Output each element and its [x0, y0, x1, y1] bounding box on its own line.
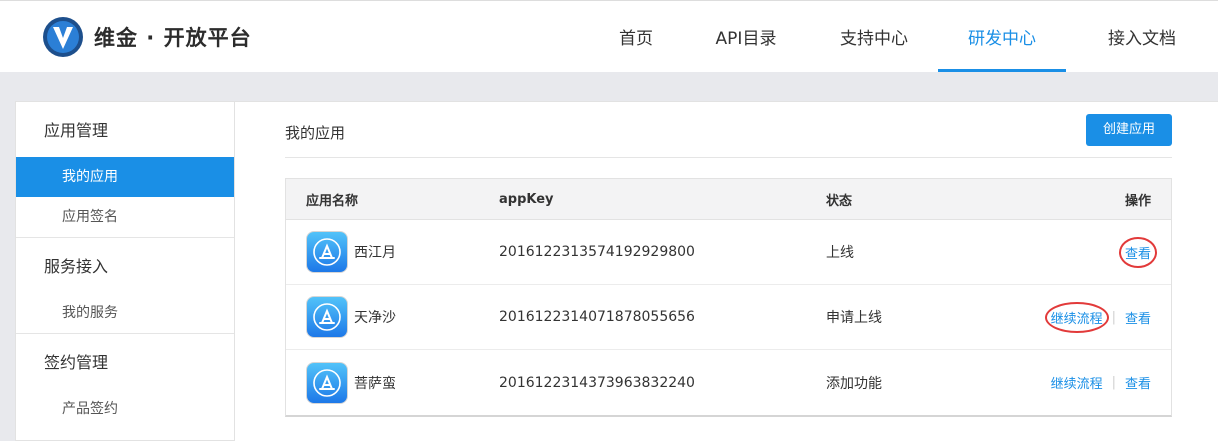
app-actions: 继续流程 | 查看 — [1044, 285, 1151, 349]
brand-logo[interactable]: 维金 · 开放平台 — [42, 16, 252, 58]
table-row: 西江月 2016122313574192929800 上线 查看 — [286, 220, 1171, 285]
apps-table: 应用名称 appKey 状态 操作 西江月 201612231357419292… — [285, 178, 1172, 417]
nav-rd-center[interactable]: 研发中心 — [938, 1, 1066, 72]
app-name-cell: 天净沙 — [306, 285, 396, 349]
table-header: 应用名称 appKey 状态 操作 — [286, 179, 1171, 220]
app-status: 上线 — [826, 245, 854, 261]
nav-docs[interactable]: 接入文档 — [1066, 1, 1218, 72]
main-header: 我的应用 创建应用 — [285, 102, 1172, 158]
sidebar-item-my-services[interactable]: 我的服务 — [16, 293, 234, 333]
brand-name: 维金 · 开放平台 — [94, 26, 252, 50]
view-link[interactable]: 查看 — [1118, 236, 1158, 268]
nav-home[interactable]: 首页 — [590, 1, 682, 72]
top-nav: 首页 API目录 支持中心 研发中心 接入文档 — [590, 1, 1218, 72]
app-name[interactable]: 菩萨蛮 — [354, 373, 396, 393]
header-actions: 操作 — [1124, 193, 1151, 209]
sidebar-item-app-signature[interactable]: 应用签名 — [16, 197, 234, 237]
app-key: 2016122313574192929800 — [499, 244, 695, 260]
continue-process-link[interactable]: 继续流程 — [1044, 301, 1109, 333]
actions-divider: | — [1111, 375, 1116, 390]
view-link[interactable]: 查看 — [1125, 308, 1151, 327]
app-store-icon — [306, 296, 348, 338]
header-app-key: appKey — [499, 191, 554, 207]
sidebar-group-contract-management: 签约管理 — [44, 353, 109, 372]
sidebar-group-service-access: 服务接入 — [44, 257, 109, 276]
actions-divider: | — [1111, 309, 1116, 325]
app-store-icon — [306, 361, 348, 404]
app-name[interactable]: 天净沙 — [354, 307, 396, 327]
nav-api-catalog[interactable]: API目录 — [682, 1, 810, 72]
view-link[interactable]: 查看 — [1125, 373, 1151, 392]
app-name[interactable]: 西江月 — [354, 242, 396, 262]
app-store-icon — [306, 231, 348, 273]
app-name-cell: 西江月 — [306, 220, 396, 284]
header-app-name: 应用名称 — [306, 193, 359, 209]
sidebar-item-product-contract[interactable]: 产品签约 — [16, 389, 234, 429]
table-row: 菩萨蛮 2016122314373963832240 添加功能 继续流程 | 查… — [286, 350, 1171, 415]
sidebar-item-my-apps[interactable]: 我的应用 — [16, 157, 234, 197]
nav-support-center[interactable]: 支持中心 — [810, 1, 938, 72]
app-actions: 继续流程 | 查看 — [1051, 350, 1151, 415]
app-status: 申请上线 — [826, 310, 882, 326]
brand-logo-icon — [43, 17, 83, 57]
table-row: 天净沙 2016122314071878055656 申请上线 继续流程 | 查… — [286, 285, 1171, 350]
sidebar-group-app-management: 应用管理 — [44, 121, 109, 140]
app-key: 2016122314373963832240 — [499, 374, 695, 391]
app-status: 添加功能 — [826, 375, 882, 392]
continue-process-link[interactable]: 继续流程 — [1051, 373, 1103, 392]
header-status: 状态 — [826, 193, 853, 209]
app-key: 2016122314071878055656 — [499, 309, 695, 325]
app-actions: 查看 — [1118, 220, 1158, 284]
main-panel: 我的应用 创建应用 应用名称 appKey 状态 操作 西江月 20161223… — [235, 101, 1218, 441]
create-app-button[interactable]: 创建应用 — [1086, 114, 1172, 146]
page-title: 我的应用 — [285, 124, 346, 142]
top-bar: 维金 · 开放平台 首页 API目录 支持中心 研发中心 接入文档 — [0, 0, 1218, 72]
sidebar: 应用管理 我的应用 应用签名 服务接入 我的服务 签约管理 产品签约 — [15, 101, 235, 441]
app-name-cell: 菩萨蛮 — [306, 350, 396, 415]
